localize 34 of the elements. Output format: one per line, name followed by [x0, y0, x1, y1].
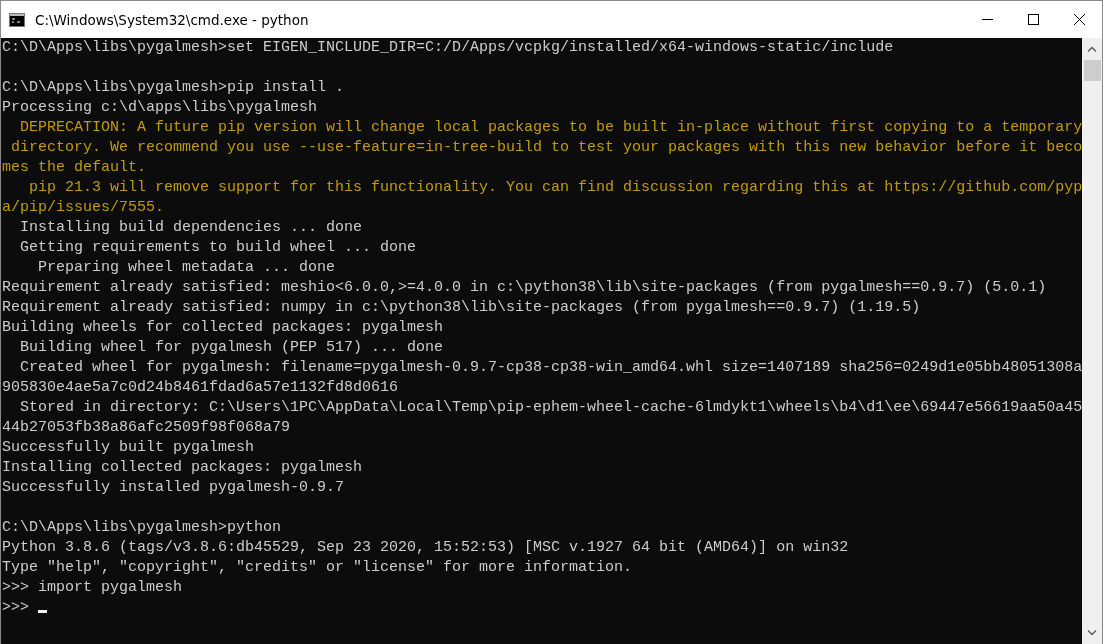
- terminal-icon: [9, 12, 25, 27]
- output-line: C:\D\Apps\libs\pygalmesh>pip install .: [2, 78, 345, 98]
- output-line: Python 3.8.6 (tags/v3.8.6:db45529, Sep 23 2020, 15:52:53) [MSC v.1927 64 bit (AMD64)] on win32: [2, 538, 849, 558]
- output-line: Preparing wheel metadata ... done: [37, 258, 336, 278]
- warning-line: directory. We recommend you use --use-feature=in-tree-build to test your packages with this new behavior before it beco: [10, 138, 1082, 158]
- output-line: Getting requirements to build wheel ... done: [19, 238, 417, 258]
- output-line: Successfully built pygalmesh: [2, 438, 255, 458]
- scroll-up-icon[interactable]: [1087, 46, 1097, 52]
- output-line: Requirement already satisfied: meshio<6.0.0,>=4.0.0 in c:\python38\lib\site-packages (from pygalmesh==0.9.7) (5.0.1): [2, 278, 1047, 298]
- output-line: Building wheels for collected packages: pygalmesh: [2, 318, 444, 338]
- close-icon: [1073, 14, 1085, 25]
- prompt-line: >>>: [2, 598, 29, 618]
- output-line: Requirement already satisfied: numpy in c:\python38\lib\site-packages (from pygalmesh==0.9.7) (1.19.5): [2, 298, 921, 318]
- warning-line: pip 21.3 will remove support for this functionality. You can find discussion regarding this at https://github.com/pyp: [28, 178, 1082, 198]
- output-line: Installing build dependencies ... done: [19, 218, 363, 238]
- output-line: Type "help", "copyright", "credits" or "license" for more information.: [2, 558, 633, 578]
- warning-line: mes the default.: [2, 158, 147, 178]
- output-line: 44b27053fb38a86afc2509f98f068a79: [2, 418, 291, 438]
- output-line: Processing c:\d\apps\libs\pygalmesh: [2, 98, 318, 118]
- output-line: >>> import pygalmesh: [2, 578, 183, 598]
- output-line: C:\D\Apps\libs\pygalmesh>python: [2, 518, 282, 538]
- warning-line: DEPRECATION: A future pip version will change local packages to be built in-place without first copying to a temporary: [19, 118, 1082, 138]
- scroll-down-icon[interactable]: [1087, 630, 1097, 636]
- output-line: Stored in directory: C:\Users\1PC\AppData\Local\Temp\pip-ephem-wheel-cache-6lmdykt1\wheels\b4\d1\ee\69447e56619aa50a45: [19, 398, 1082, 418]
- maximize-icon: [1027, 14, 1039, 25]
- warning-line: a/pip/issues/7555.: [2, 198, 165, 218]
- output-line: Building wheel for pygalmesh (PEP 517) ... done: [19, 338, 444, 358]
- output-line: Successfully installed pygalmesh-0.9.7: [2, 478, 345, 498]
- output-line: C:\D\Apps\libs\pygalmesh>set EIGEN_INCLUDE_DIR=C:/D/Apps/vcpkg/installed/x64-windows-static/include: [2, 38, 894, 58]
- scrollbar-thumb[interactable]: [1083, 60, 1101, 81]
- window-title: C:\Windows\System32\cmd.exe - python: [35, 11, 310, 28]
- output-line: 905830e4ae5a7c0d24b8461fdad6a57e1132fd8d0616: [2, 378, 399, 398]
- output-line: Installing collected packages: pygalmesh: [2, 458, 363, 478]
- output-line: Created wheel for pygalmesh: filename=pygalmesh-0.9.7-cp38-cp38-win_amd64.whl size=1407189 sha256=0249d1e05bb48051308a: [19, 358, 1082, 378]
